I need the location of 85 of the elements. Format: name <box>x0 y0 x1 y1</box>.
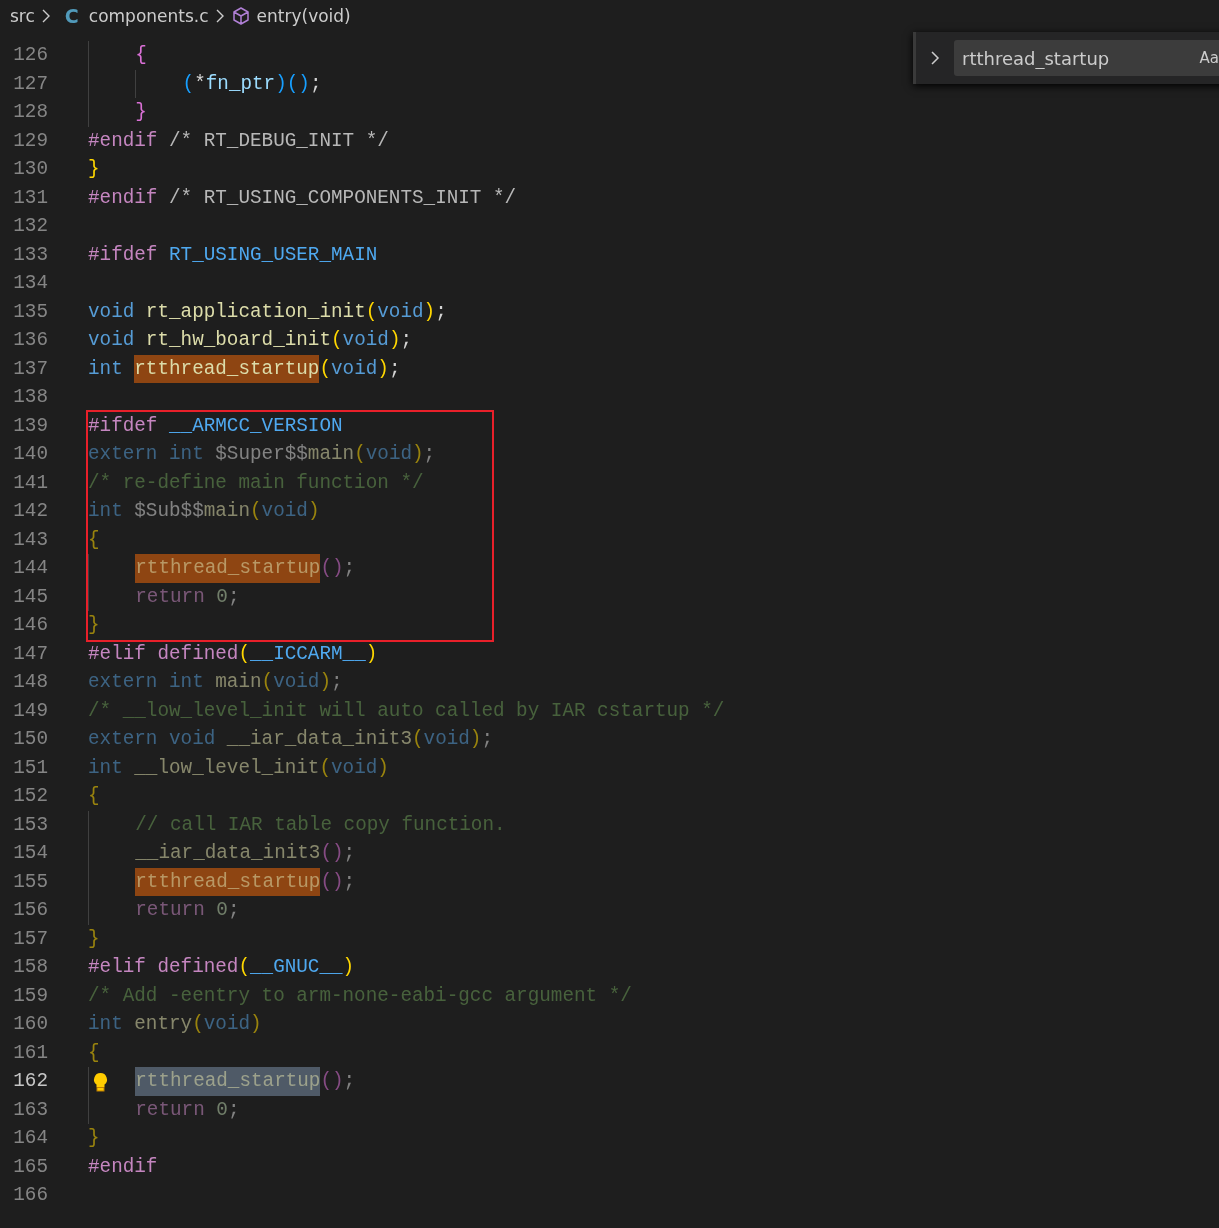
line-number: 142 <box>12 499 48 524</box>
line-number: 158 <box>12 955 48 980</box>
code-line: return 0; <box>135 898 240 923</box>
code-line: { <box>88 784 100 809</box>
code-line: return 0; <box>135 584 240 610</box>
line-number: 132 <box>12 214 48 239</box>
line-number: 137 <box>12 356 48 382</box>
line-number: 134 <box>12 271 48 296</box>
breadcrumb-item[interactable]: components.c <box>88 6 209 26</box>
line-number: 152 <box>12 784 48 809</box>
code-line: #endif <box>88 1154 158 1180</box>
line-number: 161 <box>12 1040 48 1066</box>
code-line: #ifdef RT_USING_USER_MAIN <box>88 242 378 268</box>
lightbulb-icon[interactable] <box>92 1072 109 1092</box>
line-number: 138 <box>12 385 48 410</box>
code-line: extern void __iar_data_init3(void); <box>88 727 493 752</box>
line-number: 164 <box>12 1126 48 1151</box>
code-line: extern int main(void); <box>88 670 343 695</box>
line-number: 129 <box>12 128 48 154</box>
code-line: #endif /* RT_USING_COMPONENTS_INIT */ <box>88 185 517 211</box>
line-number: 131 <box>12 185 48 211</box>
code-line: extern int $Super$$main(void); <box>88 442 436 467</box>
code-line: } <box>88 926 100 952</box>
line-number: 157 <box>12 926 48 952</box>
code-line: #elif defined(__GNUC__) <box>88 955 355 980</box>
match-case-button[interactable]: Aa <box>1195 47 1219 69</box>
line-number: 127 <box>12 71 48 97</box>
code-line: int $Sub$$main(void) <box>88 499 320 524</box>
line-number: 154 <box>12 841 48 866</box>
code-line: } <box>88 613 100 638</box>
line-number: 146 <box>12 613 48 638</box>
line-number: 160 <box>12 1012 48 1037</box>
line-number: 147 <box>12 641 48 667</box>
code-line: /* Add -eentry to arm-none-eabi-gcc argument */ <box>88 983 632 1009</box>
line-number: 135 <box>12 299 48 325</box>
line-number: 150 <box>12 727 48 752</box>
line-number: 130 <box>12 157 48 182</box>
line-number: 128 <box>12 100 48 125</box>
code-line: void rt_application_init(void); <box>88 299 447 325</box>
code-line: (*fn_ptr)(); <box>182 71 322 97</box>
find-input-field[interactable]: rtthread_startup Aa <box>954 40 1219 76</box>
line-number: 144 <box>12 556 48 581</box>
code-line: /* re-define main function */ <box>88 470 424 496</box>
line-number: 159 <box>12 983 48 1009</box>
cube-icon <box>230 6 251 26</box>
code-line: void rt_hw_board_init(void); <box>88 328 413 353</box>
line-number: 139 <box>12 413 48 439</box>
line-number: 126 <box>12 43 48 68</box>
code-line: int __low_level_init(void) <box>88 755 389 781</box>
line-number: 156 <box>12 898 48 923</box>
line-number: 148 <box>12 670 48 695</box>
code-line: return 0; <box>135 1097 240 1123</box>
line-number: 151 <box>12 755 48 781</box>
line-number: 133 <box>12 242 48 268</box>
line-number: 162 <box>12 1069 48 1094</box>
breadcrumb-item[interactable]: src <box>10 6 35 26</box>
code-line: __iar_data_init3(); <box>135 841 356 866</box>
line-number: 166 <box>12 1183 48 1208</box>
chevron-icon <box>930 50 940 66</box>
code-line: /* __low_level_init will auto called by IAR cstartup */ <box>88 698 725 724</box>
code-line: int entry(void) <box>88 1012 262 1037</box>
code-line: { <box>135 43 147 68</box>
line-number: 163 <box>12 1097 48 1123</box>
code-line: } <box>135 100 147 125</box>
code-line: { <box>88 1040 100 1066</box>
line-number: 140 <box>12 442 48 467</box>
code-line: } <box>88 157 100 182</box>
line-number: 143 <box>12 527 48 553</box>
c-file-icon: C <box>64 5 79 27</box>
line-number: 153 <box>12 812 48 838</box>
code-line: { <box>88 527 100 553</box>
line-number: 165 <box>12 1154 48 1180</box>
line-number: 145 <box>12 584 48 610</box>
line-number: 136 <box>12 328 48 353</box>
code-line: #elif defined(__ICCARM__) <box>88 641 378 667</box>
code-line: } <box>88 1126 100 1151</box>
code-line: #endif /* RT_DEBUG_INIT */ <box>88 128 389 154</box>
line-number: 149 <box>12 698 48 724</box>
breadcrumb-item[interactable]: entry(void) <box>256 6 351 26</box>
chevron-icon <box>214 9 225 23</box>
chevron-icon <box>40 9 51 23</box>
code-line: // call IAR table copy function. <box>135 812 506 838</box>
code-line: #ifdef __ARMCC_VERSION <box>88 413 343 439</box>
line-number: 141 <box>12 470 48 496</box>
line-number: 155 <box>12 869 48 895</box>
